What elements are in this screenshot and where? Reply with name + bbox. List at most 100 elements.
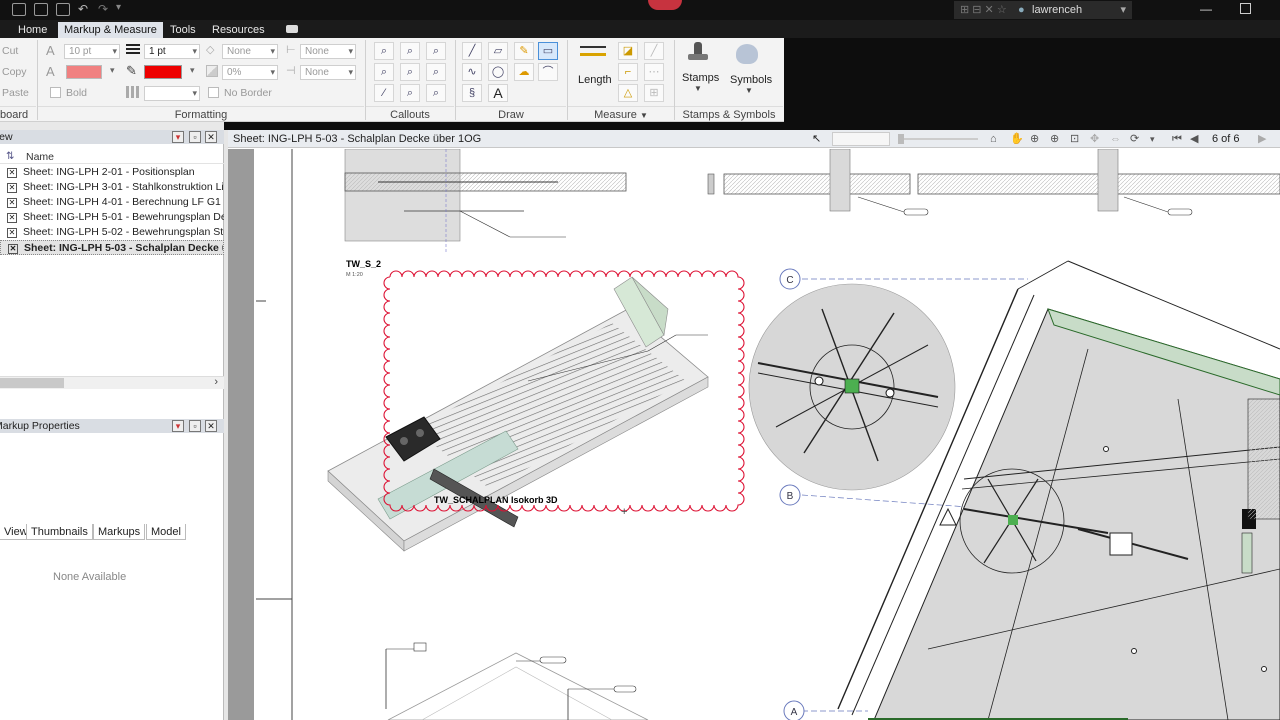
box-callout-icon[interactable]: ⌕: [426, 42, 446, 60]
symbols-icon[interactable]: [736, 44, 758, 64]
select-tool-icon[interactable]: ↖: [812, 130, 821, 148]
open-icon[interactable]: [12, 3, 26, 16]
tab-tools[interactable]: Tools: [164, 22, 202, 38]
no-border-checkbox[interactable]: [208, 87, 219, 98]
tab-resources[interactable]: Resources: [206, 22, 271, 38]
opacity-select[interactable]: 0%: [222, 65, 278, 80]
font-size-select[interactable]: 10 pt: [64, 44, 120, 59]
next-page-icon[interactable]: ▶: [1258, 130, 1266, 148]
redo-icon[interactable]: ↷: [98, 2, 108, 16]
line-style-select[interactable]: None: [300, 65, 356, 80]
measure-dropdown-icon[interactable]: ▼: [640, 111, 648, 120]
tab-markups[interactable]: Markups: [93, 524, 146, 540]
scroll-right-icon[interactable]: ›: [214, 376, 218, 388]
perimeter-icon[interactable]: ╱: [644, 42, 664, 60]
line-callout-icon[interactable]: ⌕: [426, 84, 446, 102]
rotate-icon[interactable]: ⟳: [1130, 130, 1139, 148]
tab-model[interactable]: Model: [146, 524, 186, 540]
sheet-item[interactable]: ✕ Sheet: ING-LPH 2-01 - Positionsplan: [0, 165, 224, 180]
line-color-swatch[interactable]: [144, 65, 182, 79]
panel-options-icon[interactable]: ▾: [172, 420, 184, 432]
save-icon[interactable]: [34, 3, 48, 16]
panel-float-icon[interactable]: ▫: [189, 420, 201, 432]
zoom-select[interactable]: [832, 132, 890, 146]
sheet-item[interactable]: ✕ Sheet: ING-LPH 3-01 - Stahlkonstruktion…: [0, 180, 224, 195]
zoom-slider[interactable]: [898, 134, 978, 144]
pen-icon[interactable]: §: [462, 84, 482, 102]
leader-callout-icon[interactable]: ⌕: [374, 63, 394, 81]
ellipse-callout-icon[interactable]: ⌕: [426, 63, 446, 81]
panel-close-icon[interactable]: ✕: [205, 131, 217, 143]
angle-icon[interactable]: ⌐: [618, 63, 638, 81]
sheet-item[interactable]: ✕ Sheet: ING-LPH 5-02 - Bewehrungsplan St…: [0, 225, 224, 240]
stamps-dropdown-icon[interactable]: ▼: [694, 84, 702, 93]
length-button[interactable]: Length: [578, 74, 612, 86]
drawing-sheet[interactable]: TW_S_2 M 1:20 TW_SCHALPLAN Isokorb 3D + …: [228, 149, 1280, 720]
drawing-canvas[interactable]: TW_S_2 M 1:20 TW_SCHALPLAN Isokorb 3D + …: [228, 149, 1280, 720]
horizontal-scrollbar[interactable]: ›: [0, 376, 224, 389]
line-icon[interactable]: ╱: [462, 42, 482, 60]
tab-thumbnails[interactable]: Thumbnails: [26, 524, 93, 540]
minimize-icon[interactable]: —: [1200, 2, 1212, 16]
count-icon[interactable]: ⋯: [644, 63, 664, 81]
orbit-icon[interactable]: ✥: [1090, 130, 1099, 148]
nav-dropdown-icon[interactable]: ▾: [1150, 130, 1155, 148]
volume-icon[interactable]: △: [618, 84, 638, 102]
cut-button[interactable]: Cut: [2, 45, 18, 57]
previous-page-icon[interactable]: ◀: [1190, 130, 1198, 148]
end-arrow-select[interactable]: None: [300, 44, 356, 59]
area-icon[interactable]: ◪: [618, 42, 638, 60]
stamps-button[interactable]: Stamps: [682, 72, 719, 84]
paste-button[interactable]: Paste: [2, 87, 29, 99]
zoom-extents-icon[interactable]: ⊡: [1070, 130, 1079, 148]
start-arrow-select[interactable]: None: [222, 44, 278, 59]
undo-icon[interactable]: ↶: [78, 2, 88, 16]
page-indicator[interactable]: 6 of 6: [1212, 130, 1240, 148]
ellipse-icon[interactable]: ◯: [488, 63, 508, 81]
sheet-item-selected[interactable]: ✕Sheet: ING-LPH 5-03 - Schalplan Decke ü…: [0, 240, 224, 255]
scrollbar-thumb[interactable]: [0, 378, 64, 388]
callout-icon[interactable]: ⌕: [374, 42, 394, 60]
panel-float-icon[interactable]: ▫: [189, 131, 201, 143]
arc-callout-icon[interactable]: ⌕: [400, 84, 420, 102]
copy-button[interactable]: Copy: [2, 66, 27, 78]
arc-icon[interactable]: ⌒: [538, 63, 558, 81]
cloud-icon[interactable]: ☁: [514, 63, 534, 81]
fill-color-swatch[interactable]: [66, 65, 102, 79]
bold-checkbox[interactable]: [50, 87, 61, 98]
cloud-callout-icon[interactable]: ⌕: [400, 42, 420, 60]
calibrate-icon[interactable]: ⊞: [644, 84, 664, 102]
panel-options-icon[interactable]: ▾: [172, 131, 184, 143]
user-dropdown-icon[interactable]: ▾: [1120, 1, 1126, 19]
fill-color-dropdown-icon[interactable]: ▾: [110, 65, 115, 76]
text-callout-icon[interactable]: ⁄: [374, 84, 394, 102]
quick-access-dropdown-icon[interactable]: ▾: [116, 2, 121, 13]
first-page-icon[interactable]: ⏮: [1172, 130, 1182, 148]
home-icon[interactable]: ⌂: [990, 130, 997, 148]
polygon-icon[interactable]: ▱: [488, 42, 508, 60]
name-column-header[interactable]: Name: [26, 151, 54, 163]
symbols-button[interactable]: Symbols: [730, 74, 772, 86]
sheet-item[interactable]: ✕ Sheet: ING-LPH 4-01 - Berechnung LF G1: [0, 195, 224, 210]
highlighter-icon[interactable]: ✎: [514, 42, 534, 60]
user-menu[interactable]: ⊞ ⊟ ✕ ☆ ● lawrenceh ▾: [954, 1, 1132, 19]
restore-icon[interactable]: [1240, 3, 1251, 14]
pan-icon[interactable]: ✋: [1010, 130, 1024, 148]
text-tool-icon[interactable]: A: [488, 84, 508, 102]
tab-markup-measure[interactable]: Markup & Measure: [58, 22, 163, 38]
line-width-select[interactable]: 1 pt: [144, 44, 200, 59]
polyline-icon[interactable]: ∿: [462, 63, 482, 81]
length-icon[interactable]: [580, 46, 606, 56]
panel-close-icon[interactable]: ✕: [205, 420, 217, 432]
stamp-icon[interactable]: [688, 42, 708, 66]
rectangle-icon[interactable]: ▭: [538, 42, 558, 60]
symbols-dropdown-icon[interactable]: ▼: [745, 86, 753, 95]
zoom-in-icon[interactable]: ⊕: [1030, 130, 1039, 148]
dash-style-select[interactable]: [144, 86, 200, 101]
zoom-window-icon[interactable]: ⊕: [1050, 130, 1059, 148]
poly-callout-icon[interactable]: ⌕: [400, 63, 420, 81]
walk-icon[interactable]: ⇔: [1110, 130, 1121, 148]
ribbon-options-icon[interactable]: [286, 25, 298, 33]
print-icon[interactable]: [56, 3, 70, 16]
sheet-item[interactable]: ✕ Sheet: ING-LPH 5-01 - Bewehrungsplan De…: [0, 210, 224, 225]
